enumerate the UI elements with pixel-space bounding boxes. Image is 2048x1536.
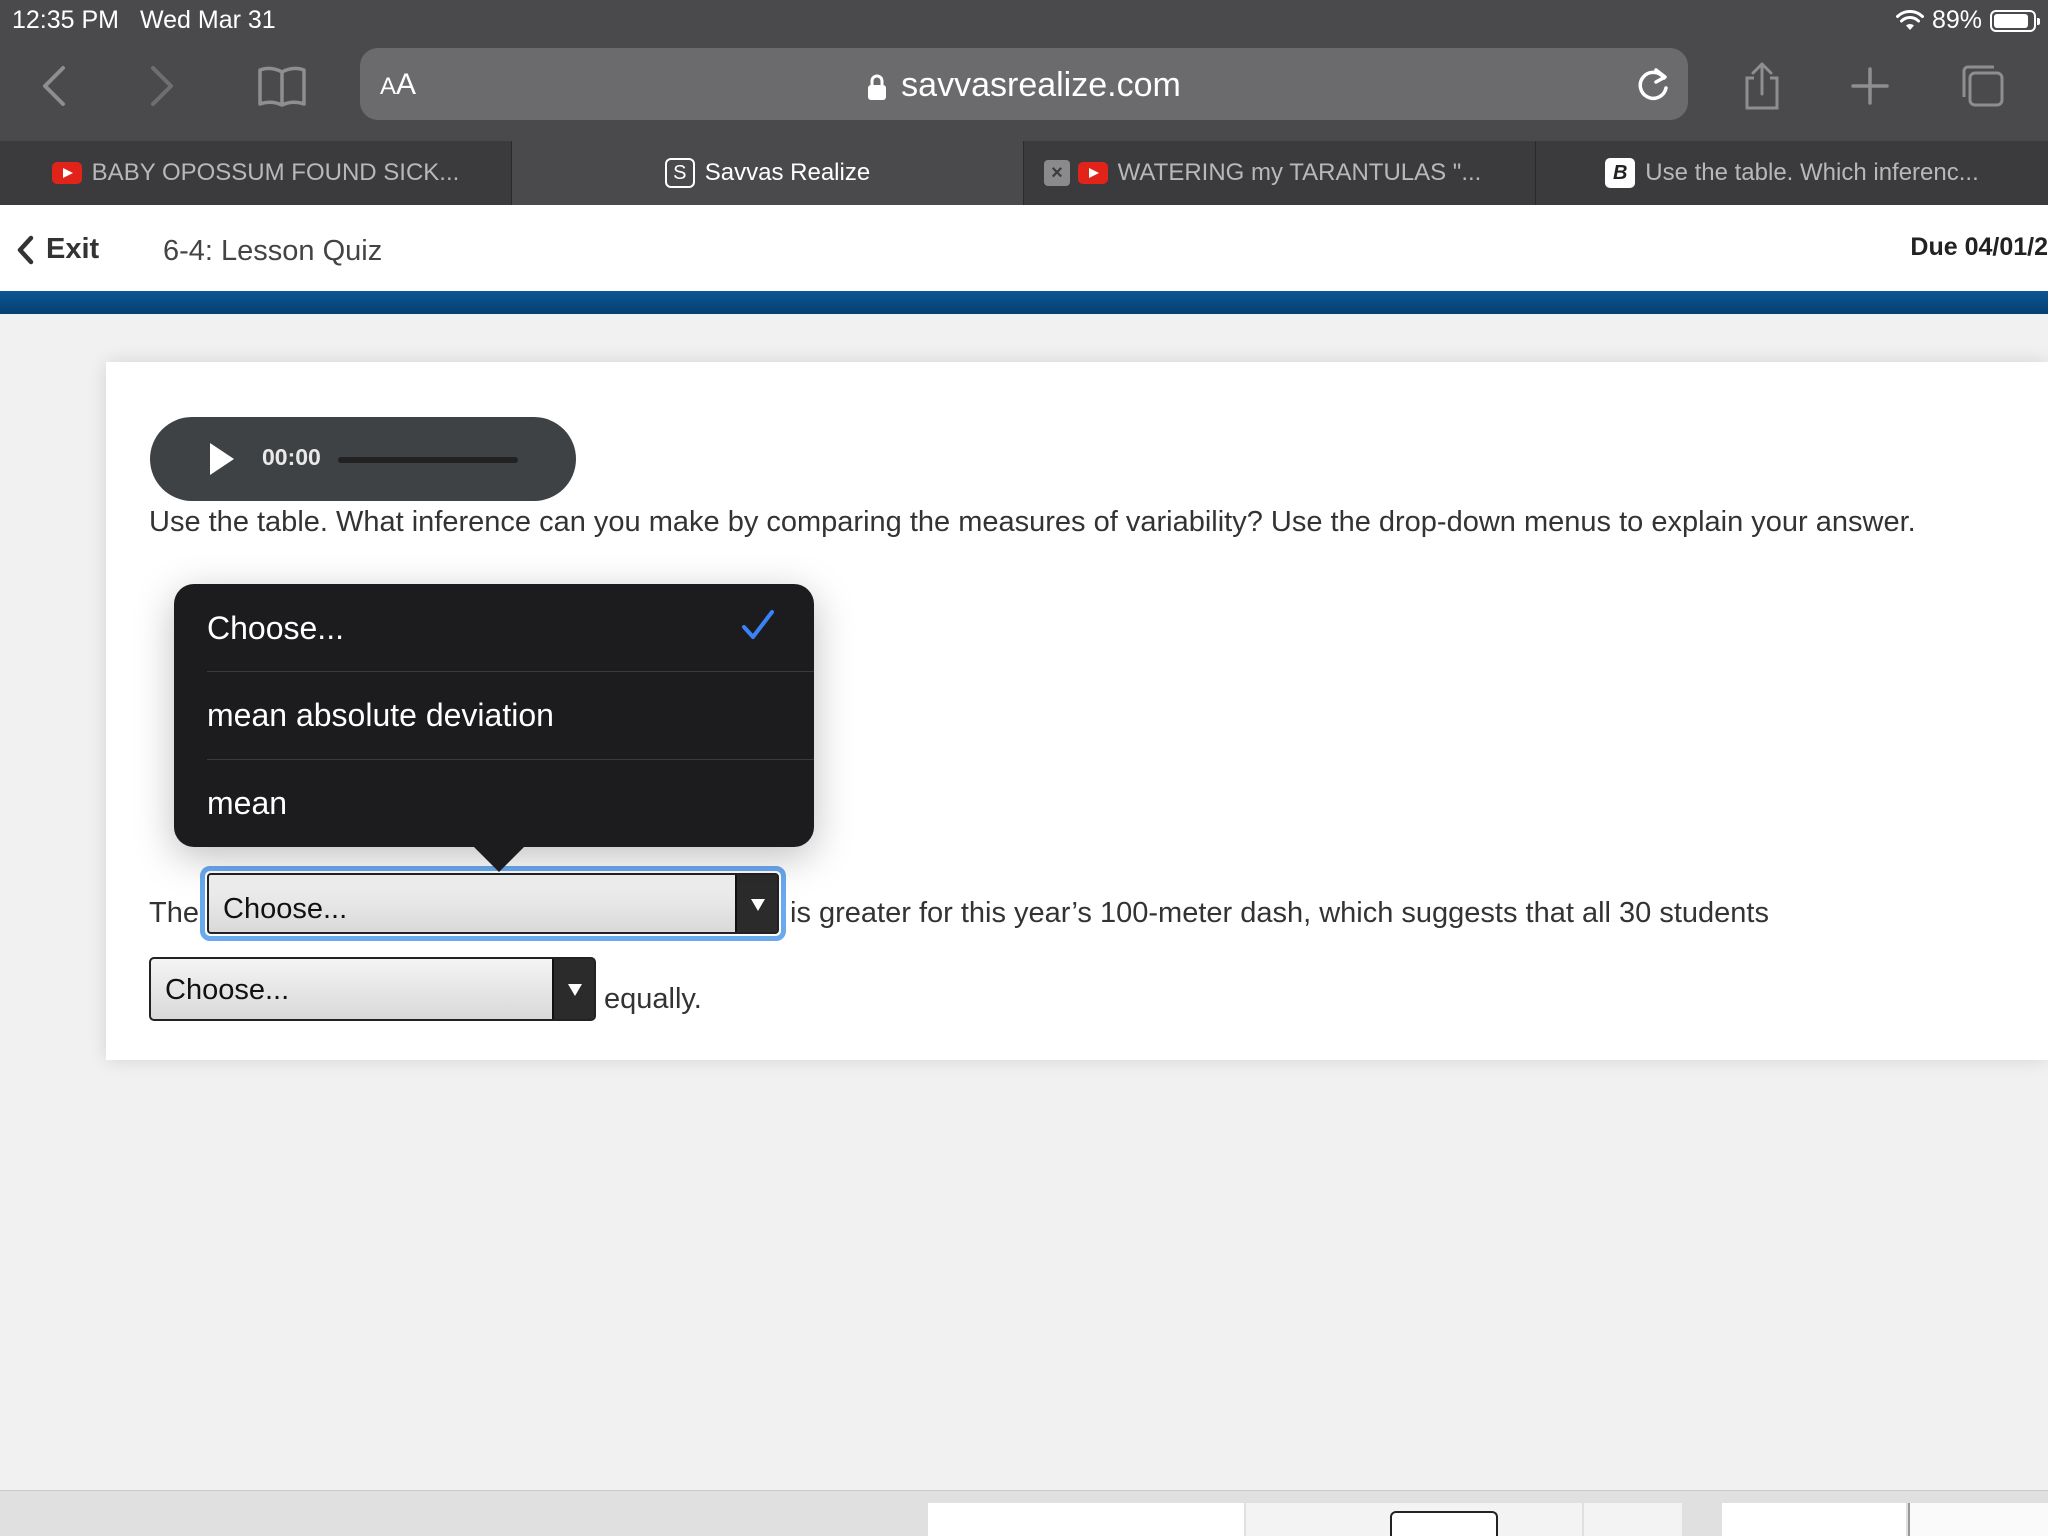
question-text: Use the table. What inference can you ma… [149, 506, 1916, 538]
performance-select[interactable]: Choose... [149, 957, 596, 1021]
share-button[interactable] [1732, 58, 1792, 114]
sentence-prefix: The [149, 897, 199, 929]
forward-icon [151, 66, 173, 106]
tabs-overview-button[interactable] [1952, 58, 2012, 114]
youtube-icon [51, 162, 82, 184]
forward-button[interactable] [132, 58, 192, 114]
lock-icon [868, 74, 887, 101]
measure-select-value: Choose... [223, 893, 348, 925]
brainly-icon: B [1605, 158, 1636, 188]
tab-label: Use the table. Which inferenc... [1645, 159, 1979, 186]
reload-button[interactable] [1634, 64, 1672, 109]
page-title: 6-4: Lesson Quiz [163, 235, 383, 267]
measure-select[interactable]: Choose... [200, 866, 786, 941]
bottom-toolbar [0, 1490, 2048, 1536]
play-icon[interactable] [210, 443, 234, 475]
dropdown-option-choose[interactable]: Choose... [174, 584, 814, 672]
bookmarks-button[interactable] [252, 58, 312, 114]
dropdown-popover: Choose... mean absolute deviation mean [174, 584, 814, 847]
url-bar[interactable]: AA savvasrealize.com [360, 48, 1688, 120]
toolbar-segment[interactable] [1246, 1503, 1582, 1536]
toolbar-segment[interactable] [1908, 1503, 2048, 1536]
url-text: savvasrealize.com [901, 66, 1181, 104]
exit-button[interactable]: Exit [16, 233, 99, 266]
tab-watering-tarantulas[interactable]: WATERING my TARANTULAS "... [1024, 141, 1536, 205]
tab-savvas-realize[interactable]: × S Savvas Realize [512, 141, 1070, 205]
reload-icon [1638, 68, 1668, 101]
dropdown-arrow-icon[interactable] [735, 875, 777, 932]
battery-percent: 89% [1931, 6, 1982, 34]
sentence-middle: is greater for this year’s 100-meter das… [790, 897, 1769, 929]
back-icon [43, 66, 65, 106]
chevron-left-icon [17, 235, 34, 264]
status-time: 12:35 PM [12, 6, 120, 34]
sentence-suffix: equally. [604, 983, 702, 1015]
dropdown-option-mean-absolute-deviation[interactable]: mean absolute deviation [174, 671, 814, 759]
dropdown-option-mean[interactable]: mean [174, 759, 814, 847]
wifi-icon [1895, 9, 1924, 30]
battery-fill [1994, 13, 2028, 28]
tab-strip: BABY OPOSSUM FOUND SICK... × S Savvas Re… [0, 141, 2048, 205]
tabs-icon [1962, 65, 2004, 107]
tab-baby-opossum[interactable]: BABY OPOSSUM FOUND SICK... [0, 141, 512, 205]
lesson-header: Exit 6-4: Lesson Quiz Due 04/01/2 [0, 205, 2048, 291]
youtube-icon [1077, 162, 1108, 184]
audio-progress-track[interactable] [338, 457, 518, 463]
status-right: 89% [1895, 6, 2040, 35]
toolbar-segment[interactable] [1722, 1503, 1906, 1536]
new-tab-icon [1851, 67, 1889, 105]
toolbar-segment[interactable] [928, 1503, 1244, 1536]
exit-label: Exit [46, 233, 100, 265]
tab-label: WATERING my TARANTULAS "... [1117, 159, 1482, 186]
new-tab-button[interactable] [1840, 58, 1900, 114]
performance-select-value: Choose... [165, 974, 290, 1006]
popover-caret [473, 846, 525, 872]
tab-label: BABY OPOSSUM FOUND SICK... [91, 159, 460, 186]
url-display[interactable]: savvasrealize.com [360, 66, 1688, 105]
checkmark-icon [742, 610, 774, 639]
header-accent-bar [0, 291, 2048, 314]
tab-label: Savvas Realize [704, 159, 871, 186]
tab-brainly[interactable]: B Use the table. Which inferenc... [1536, 141, 2048, 205]
toolbar-segment[interactable] [1584, 1503, 1682, 1536]
back-button[interactable] [24, 58, 84, 114]
status-date: Wed Mar 31 [140, 6, 276, 34]
browser-chrome: 12:35 PM Wed Mar 31 89% AA savvasrealize… [0, 0, 2048, 141]
bookmarks-icon [258, 66, 306, 107]
audio-player: 00:00 [150, 417, 576, 501]
battery-icon [1990, 9, 2040, 32]
audio-time: 00:00 [262, 444, 321, 470]
measure-select-box[interactable]: Choose... [207, 873, 779, 934]
dropdown-arrow-icon[interactable] [552, 959, 594, 1019]
toolbar-tab-button[interactable] [1390, 1511, 1498, 1536]
share-icon [1745, 62, 1779, 110]
due-date: Due 04/01/2 [1910, 233, 2048, 261]
savvas-icon: S [664, 158, 695, 188]
